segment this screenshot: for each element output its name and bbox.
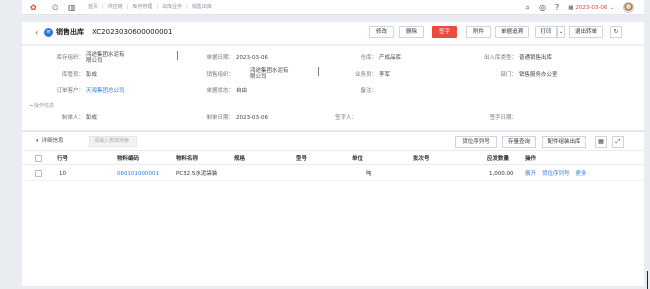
kit-assembly-button[interactable]: 配件组装出库 [542, 136, 586, 148]
col-batch: 批次号 [413, 156, 430, 162]
col-line: 行号 [57, 156, 69, 162]
row-actions: 展开 货位序列号 更多 [525, 167, 587, 181]
col-code: 物料编码 [117, 156, 140, 162]
customer-value[interactable]: 天海集团总公司 [86, 88, 125, 95]
col-unit: 单位 [352, 156, 364, 162]
breadcrumb-outbound[interactable]: 出库业务 [162, 4, 182, 11]
inventory-org-value[interactable]: 鸿途集团水泥有限公司 [86, 52, 126, 64]
doc-trace-button[interactable]: 单据追溯 [495, 26, 529, 38]
business-date[interactable]: ▦ 2023-03-06 ⌄ [568, 5, 614, 11]
create-date-label: 制单日期： [206, 115, 234, 121]
remark-label: 备注： [360, 88, 377, 94]
help-icon[interactable]: ? [555, 3, 559, 12]
sales-org-value[interactable]: 鸿途集团水泥有限公司 [250, 68, 290, 80]
field-scrollbar[interactable] [177, 51, 178, 60]
select-all-checkbox[interactable] [35, 155, 42, 162]
inventory-org-label: 库存组织： [56, 55, 84, 61]
breadcrumb-sales-out[interactable]: 销售出库 [192, 4, 212, 11]
department-value[interactable]: 销售服务办公室 [519, 72, 558, 79]
sales-org-label: 销售组织： [206, 72, 234, 78]
fullscreen-icon[interactable]: ⤢ [612, 136, 624, 148]
cell-line: 10 [59, 171, 66, 177]
field-scrollbar[interactable] [318, 67, 319, 76]
salesman-label: 业务员： [354, 72, 377, 78]
expand-link[interactable]: 展开 [525, 167, 536, 181]
exit-transfer-button[interactable]: 退出转单 [569, 26, 603, 38]
search-icon[interactable]: ⌕ [526, 3, 530, 12]
out-type-value[interactable]: 普通销售出库 [519, 55, 552, 62]
col-spec: 规格 [234, 156, 246, 162]
app-logo-icon[interactable]: ✿ [30, 3, 37, 12]
sign-button[interactable]: 签字 [432, 26, 457, 38]
breadcrumb-home[interactable]: 首页 [88, 4, 98, 11]
header-form: 库存组织： 鸿途集团水泥有限公司 单据日期： 2023-03-06 仓库： 产成… [22, 45, 644, 130]
detail-tab[interactable]: ▾ 详细信息 [36, 138, 64, 145]
row-checkbox[interactable] [35, 170, 42, 177]
doc-status-label: 单据状态： [206, 88, 234, 94]
warehouse-value[interactable]: 产成品库 [379, 55, 401, 62]
col-name: 物料名称 [176, 156, 199, 162]
cell-qty: 1,000.00 [489, 171, 514, 177]
department-label: 部门： [500, 72, 517, 78]
customer-label: 订单客户： [56, 88, 84, 94]
breadcrumb: 首页 | 供应链 | 库存管理 | 出库业务 | 销售出库 [88, 4, 212, 11]
cell-unit: 吨 [366, 171, 372, 177]
refresh-icon[interactable]: ↻ [610, 26, 622, 38]
detail-search-input[interactable]: 请输入表体搜索 [89, 136, 137, 147]
serial-location-link[interactable]: 货位序列号 [542, 167, 570, 181]
table-header: 行号 物料编码 物料名称 规格 型号 单位 批次号 应发数量 操作 [22, 153, 644, 165]
cell-name: PC32.5水泥袋装 [176, 171, 218, 177]
print-more-chevron-icon[interactable]: ⌄ [557, 26, 565, 38]
attachment-button[interactable]: 附件 [466, 26, 491, 38]
doc-date-value[interactable]: 2023-03-06 [236, 55, 268, 62]
doc-number: XC2023030600000001 [92, 28, 173, 36]
message-icon[interactable]: ◎ [539, 3, 546, 12]
chevron-down-icon: ⌄ [609, 4, 614, 11]
doc-header: ‹ ≡ 销售出库 XC2023030600000001 修改 删除 签字 附件 … [22, 22, 644, 44]
section-title-ops: 操作信息 [34, 103, 55, 109]
breadcrumb-inventory[interactable]: 库存管理 [132, 4, 152, 11]
col-qty: 应发数量 [487, 156, 510, 162]
serial-location-button[interactable]: 货位序列号 [455, 136, 497, 148]
warehouse-label: 仓库： [360, 55, 377, 61]
cell-code[interactable]: 060101000001 [117, 167, 159, 181]
doc-date-label: 单据日期： [206, 55, 234, 61]
grid-settings-icon[interactable]: ▦ [595, 136, 607, 148]
doc-status-value: 自由 [236, 88, 248, 94]
sign-date-label: 签字日期： [489, 115, 517, 121]
calendar-icon: ▦ [568, 4, 574, 11]
back-arrow-icon[interactable]: ‹ [35, 28, 38, 37]
stock-query-button[interactable]: 存量查询 [502, 136, 536, 148]
detail-toolbar: ▾ 详细信息 请输入表体搜索 货位序列号 存量查询 配件组装出库 ▦ ⤢ [22, 132, 644, 151]
section-divider [30, 105, 33, 106]
salesman-value[interactable]: 李军 [379, 72, 390, 79]
keeper-label: 库管员： [61, 72, 84, 78]
avatar[interactable] [623, 2, 634, 13]
detail-section: ▾ 详细信息 请输入表体搜索 货位序列号 存量查询 配件组装出库 ▦ ⤢ 行号 物… [22, 131, 644, 286]
doc-type-icon: ≡ [44, 28, 53, 37]
more-link[interactable]: 更多 [576, 167, 587, 181]
caret-down-icon: ▾ [36, 138, 39, 144]
table-row[interactable]: 10 060101000001 PC32.5水泥袋装 吨 1,000.00 展开… [22, 167, 644, 181]
print-button[interactable]: 打印 [535, 26, 557, 38]
building-icon[interactable]: ▥ [68, 3, 76, 12]
col-ops: 操作 [525, 156, 537, 162]
edit-button[interactable]: 修改 [369, 26, 394, 38]
top-bar: ✿ ⏲ ▥ 首页 | 供应链 | 库存管理 | 出库业务 | 销售出库 ⌕ ◎ ? ▦ 2… [22, 0, 644, 15]
signer-label: 签字人： [334, 115, 357, 121]
keeper-value[interactable]: 彭成 [86, 72, 97, 79]
breadcrumb-supply-chain[interactable]: 供应链 [108, 4, 123, 11]
clock-icon[interactable]: ⏲ [52, 3, 58, 12]
out-type-label: 出入库类型： [483, 55, 517, 61]
col-model: 型号 [296, 156, 308, 162]
page-title: 销售出库 [56, 28, 84, 36]
window-edge [647, 271, 648, 289]
delete-button[interactable]: 删除 [399, 26, 424, 38]
creator-label: 制单人： [61, 115, 84, 121]
creator-value: 彭成 [86, 115, 98, 121]
create-date-value: 2023-03-06 [236, 115, 268, 121]
